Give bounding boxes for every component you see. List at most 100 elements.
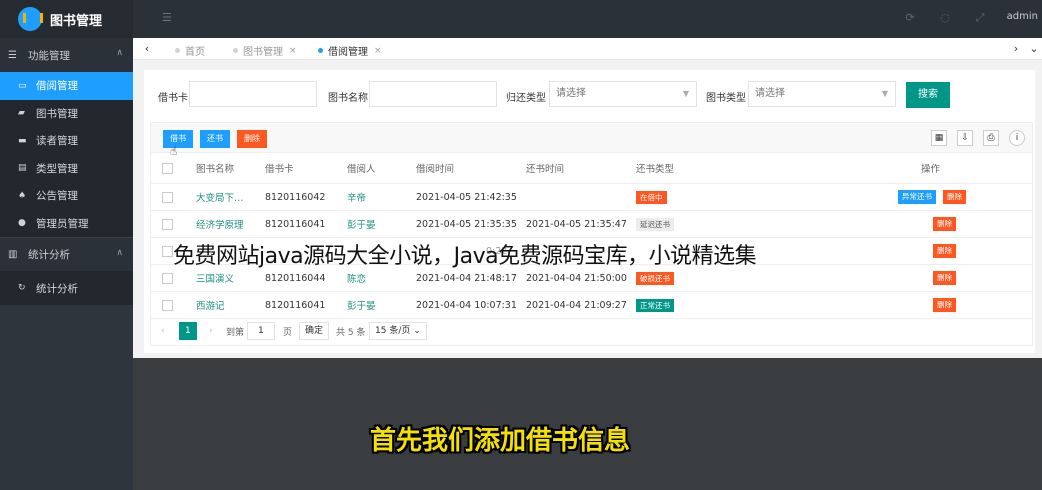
column-header: 借阅人 [347, 164, 376, 175]
user-menu[interactable]: admin [1007, 11, 1038, 22]
select-all-checkbox[interactable] [162, 153, 182, 183]
tab-label: 图书管理 [243, 47, 283, 58]
borrow-panel: 借书卡 图书名称 归还类型 请选择 ▼ 图书类型 请选择 ▼ 搜索 借书 还书 … [144, 70, 1035, 353]
bar-chart-icon: ▥ [8, 249, 18, 260]
delete-button[interactable]: 删除 [237, 130, 267, 148]
return-time-cell: 2021-04-04 21:09:27 [526, 299, 627, 311]
return-button[interactable]: 还书 [200, 130, 230, 148]
row-delete-button[interactable]: 删除 [933, 244, 956, 258]
next-page-icon[interactable]: › [209, 322, 213, 340]
table-header: 图书名称 借书卡 借阅人 借阅时间 还书时间 还书类型 操作 [151, 153, 1032, 184]
row-checkbox[interactable] [162, 184, 182, 210]
row-delete-button[interactable]: 删除 [943, 190, 966, 204]
row-delete-button[interactable]: 删除 [933, 298, 956, 312]
actions-cell: 异常还书 删除 [891, 184, 991, 210]
row-checkbox[interactable] [162, 211, 182, 237]
reader-cell[interactable]: 辛帝 [347, 184, 397, 210]
print-icon[interactable]: ⎙ [983, 130, 999, 146]
fullscreen-icon[interactable]: ⤢ [973, 11, 987, 25]
sidebar-item-label: 借阅管理 [36, 80, 78, 93]
page-button-current[interactable]: 1 [179, 322, 197, 340]
checkbox[interactable] [162, 162, 173, 174]
page-unit: 页 [283, 327, 293, 338]
search-button[interactable]: 搜索 [906, 82, 950, 108]
column-header: 还书时间 [526, 164, 565, 175]
sidebar-item-types[interactable]: ▤ 类型管理 [0, 155, 133, 183]
confirm-label: 确定 [299, 322, 330, 340]
row-delete-button[interactable]: 删除 [933, 271, 956, 285]
column-header: 操作 [921, 164, 941, 175]
status-badge: 正常还书 [636, 298, 674, 312]
refresh-icon: ↻ [18, 283, 26, 293]
sidebar-item-books[interactable]: ▰ 图书管理 [0, 100, 133, 128]
sidebar-item-admins[interactable]: ● 管理员管理 [0, 210, 133, 238]
info-icon[interactable]: i [1009, 130, 1025, 146]
sidebar-item-stats[interactable]: ↻ 统计分析 [0, 271, 133, 305]
borrow-time-cell: 2021-04-04 10:07:31 [416, 299, 517, 311]
close-icon[interactable]: × [374, 46, 382, 56]
sidebar-item-notices[interactable]: ♠ 公告管理 [0, 182, 133, 210]
table-toolbar: 借书 还书 删除 ☝ ▦ ⇩ ⎙ i [151, 123, 1032, 158]
checkbox[interactable] [162, 191, 173, 203]
refresh-icon[interactable]: ⟳ [903, 11, 917, 25]
column-header: 图书名称 [196, 164, 235, 175]
goto-confirm-button[interactable]: 确定 [299, 322, 330, 340]
reader-cell[interactable]: 彭于晏 [347, 211, 397, 237]
logo-icon [18, 7, 43, 31]
book-name-cell[interactable]: 西游记 [196, 292, 256, 318]
borrow-time-cell: 2021-04-05 21:42:35 [416, 191, 517, 203]
export-icon[interactable]: ⇩ [957, 130, 973, 146]
tab-home[interactable]: 首页 [175, 43, 205, 58]
app-title: 图书管理 [50, 13, 103, 29]
sidebar-item-label: 图书管理 [36, 107, 78, 120]
checkbox[interactable] [162, 299, 173, 311]
return-time-cell [526, 184, 631, 210]
table-row: 西游记 8120116041 彭于晏 2021-04-04 10:07:31 2… [151, 292, 1032, 319]
actions-cell: 删除 [926, 265, 986, 291]
actions-cell: 删除 [926, 238, 986, 264]
tab-borrow[interactable]: 借阅管理 × [318, 43, 382, 58]
sidebar-group-functions[interactable]: ☰ 功能管理 ∧ [0, 38, 133, 72]
checkbox[interactable] [162, 218, 173, 230]
book-name-input[interactable] [369, 81, 497, 107]
sidebar: ☰ 功能管理 ∧ ▭ 借阅管理 ▰ 图书管理 ▬ 读者管理 ▤ 类型管理 ♠ 公… [0, 38, 133, 490]
video-subtitle: 首先我们添加借书信息 [370, 426, 631, 456]
chevron-right-icon[interactable]: › [1008, 42, 1024, 55]
close-icon[interactable]: × [289, 46, 297, 56]
checkbox[interactable] [162, 245, 173, 257]
column-header: 还书类型 [636, 164, 675, 175]
book-type-select[interactable]: 请选择 ▼ [748, 81, 896, 107]
book-name-cell[interactable]: 大变局下… [196, 184, 256, 210]
page-size-select[interactable]: 15 条/页 ⌄ [369, 322, 427, 340]
tab-books[interactable]: 图书管理 × [233, 43, 297, 58]
clear-icon[interactable]: ◌ [938, 11, 952, 25]
return-type-select[interactable]: 请选择 ▼ [549, 81, 697, 107]
goto-input[interactable]: 1 [247, 322, 275, 340]
sidebar-item-borrow[interactable]: ▭ 借阅管理 [0, 72, 133, 100]
tab-label: 首页 [185, 47, 205, 58]
row-checkbox[interactable] [162, 292, 182, 318]
tab-bar: ‹ 首页 图书管理 × 借阅管理 × › ⌄ [133, 38, 1042, 60]
sidebar-item-readers[interactable]: ▬ 读者管理 [0, 127, 133, 155]
abnormal-return-button[interactable]: 异常还书 [898, 190, 936, 204]
columns-icon[interactable]: ▦ [931, 130, 947, 146]
borrow-table: 借书 还书 删除 ☝ ▦ ⇩ ⎙ i 图书名称 借书卡 借阅人 借阅时间 还书时… [150, 122, 1033, 346]
browser-icon: ▭ [18, 80, 27, 91]
return-time-cell: 2021-04-05 21:35:47 [526, 218, 627, 230]
sidebar-group-stats[interactable]: ▥ 统计分析 ∧ [0, 237, 133, 271]
checkbox[interactable] [162, 272, 173, 284]
chevron-down-icon[interactable]: ⌄ [1026, 42, 1042, 55]
select-placeholder: 请选择 [755, 88, 785, 99]
reader-cell[interactable]: 彭于晏 [347, 292, 397, 318]
card-input[interactable] [189, 81, 317, 107]
sidebar-item-label: 读者管理 [36, 135, 78, 148]
return-type-label: 归还类型 [506, 93, 546, 104]
menu-toggle-icon[interactable]: ☰ [162, 11, 174, 24]
row-delete-button[interactable]: 删除 [933, 217, 956, 231]
chevron-left-icon[interactable]: ‹ [139, 42, 155, 55]
doc-icon: ▤ [18, 163, 27, 174]
book-name-cell[interactable]: 经济学原理 [196, 211, 256, 237]
page-number: 1 [179, 322, 197, 340]
status-badge: 破损还书 [636, 271, 674, 285]
prev-page-icon[interactable]: ‹ [161, 322, 165, 340]
